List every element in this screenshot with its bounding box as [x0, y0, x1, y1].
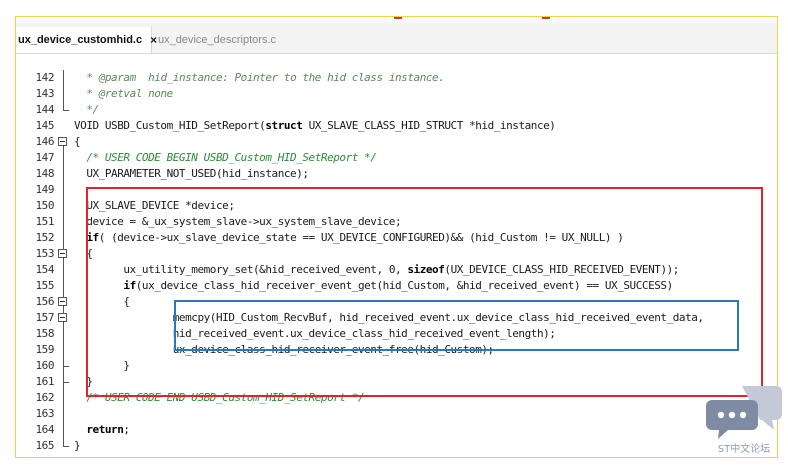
- fold-end-marker: [63, 366, 69, 367]
- code-token: return: [86, 423, 124, 436]
- fold-end-marker: [63, 382, 69, 383]
- line-number: 151: [35, 215, 54, 228]
- fold-guide: [63, 70, 64, 110]
- tab-label: ux_device_descriptors.c: [158, 34, 277, 46]
- code-text: * @retval none: [74, 86, 173, 102]
- line-number: 145: [35, 119, 54, 132]
- fold-toggle-icon[interactable]: [58, 313, 67, 322]
- line-number: 160: [35, 359, 54, 372]
- code-text: /* USER CODE BEGIN USBD_Custom_HID_SetRe…: [74, 150, 377, 166]
- code-token: */: [74, 103, 99, 116]
- code-token: ;: [123, 423, 130, 436]
- fold-end-marker: [63, 446, 69, 447]
- fold-toggle-icon[interactable]: [58, 249, 67, 258]
- code-token: *: [74, 87, 99, 100]
- line-number: 154: [35, 263, 54, 276]
- code-token: {: [74, 135, 81, 148]
- code-line[interactable]: 143 * @retval none: [16, 86, 777, 102]
- fold-toggle-icon[interactable]: [58, 297, 67, 306]
- code-text: UX_PARAMETER_NOT_USED(hid_instance);: [74, 166, 309, 182]
- code-text: VOID USBD_Custom_HID_SetReport(struct UX…: [74, 118, 556, 134]
- code-token: @retval: [98, 87, 143, 100]
- line-number: 146: [35, 135, 54, 148]
- tab-ux-device-customhid[interactable]: ux_device_customhid.c ×: [16, 27, 157, 53]
- line-number: 159: [35, 343, 54, 356]
- line-number: 149: [35, 183, 54, 196]
- line-number: 162: [35, 391, 54, 404]
- code-line[interactable]: 147 /* USER CODE BEGIN USBD_Custom_HID_S…: [16, 150, 777, 166]
- code-line[interactable]: 144 */: [16, 102, 777, 118]
- code-line[interactable]: 145 VOID USBD_Custom_HID_SetReport(struct…: [16, 118, 777, 134]
- line-number: 142: [35, 71, 54, 84]
- code-line[interactable]: 164 return;: [16, 422, 777, 438]
- line-number: 152: [35, 231, 54, 244]
- tab-label: ux_device_customhid.c: [18, 34, 143, 46]
- line-number: 150: [35, 199, 54, 212]
- line-number: 161: [35, 375, 54, 388]
- code-text: {: [74, 134, 81, 150]
- line-number: 153: [35, 247, 54, 260]
- line-number: 148: [35, 167, 54, 180]
- code-line[interactable]: 163: [16, 406, 777, 422]
- code-token: /* USER CODE BEGIN USBD_Custom_HID_SetRe…: [74, 151, 377, 164]
- code-text: }: [74, 438, 81, 454]
- code-text: * @param hid_instance: Pointer to the hi…: [74, 70, 444, 86]
- editor-top-margin: [16, 54, 777, 70]
- code-token: hid_instance: Pointer to the hid class i…: [135, 71, 445, 84]
- code-token: UX_PARAMETER_NOT_USED(hid_instance);: [74, 167, 309, 180]
- line-number: 163: [35, 407, 54, 420]
- editor-window: ux_device_customhid.c × ux_device_descri…: [15, 16, 778, 458]
- code-line[interactable]: 165}: [16, 438, 777, 454]
- tab-ux-device-descriptors[interactable]: ux_device_descriptors.c: [154, 27, 294, 53]
- line-number: 157: [35, 311, 54, 324]
- code-line[interactable]: 146 {: [16, 134, 777, 150]
- watermark-text: ST中文论坛: [717, 444, 771, 455]
- code-line[interactable]: 142 * @param hid_instance: Pointer to th…: [16, 70, 777, 86]
- line-number: 156: [35, 295, 54, 308]
- line-number: 143: [35, 87, 54, 100]
- toolbar-marker: [394, 17, 402, 19]
- code-token: UX_SLAVE_CLASS_HID_STRUCT *hid_instance): [302, 119, 556, 132]
- line-number: 164: [35, 423, 54, 436]
- tab-bar: ux_device_customhid.c × ux_device_descri…: [16, 23, 777, 54]
- fold-end-marker: [63, 110, 69, 111]
- code-text: return;: [74, 422, 130, 438]
- watermark: ST中文论坛: [704, 382, 784, 460]
- chat-bubble-icon: [706, 386, 782, 439]
- code-token: VOID USBD_Custom_HID_SetReport(: [74, 119, 266, 132]
- highlight-box-outer: [86, 187, 763, 397]
- line-number: 158: [35, 327, 54, 340]
- code-token: }: [74, 439, 81, 452]
- code-line[interactable]: 148 UX_PARAMETER_NOT_USED(hid_instance);: [16, 166, 777, 182]
- fold-toggle-icon[interactable]: [58, 137, 67, 146]
- code-token: @param: [98, 71, 136, 84]
- line-number: 155: [35, 279, 54, 292]
- fold-guide: [63, 142, 64, 446]
- highlight-box-inner: [174, 300, 739, 351]
- code-token: none: [141, 87, 173, 100]
- line-number: 165: [35, 439, 54, 452]
- toolbar-marker: [542, 17, 550, 19]
- line-number: 147: [35, 151, 54, 164]
- code-text: */: [74, 102, 99, 118]
- code-token: *: [74, 71, 99, 84]
- line-number: 144: [35, 103, 54, 116]
- code-token: struct: [265, 119, 303, 132]
